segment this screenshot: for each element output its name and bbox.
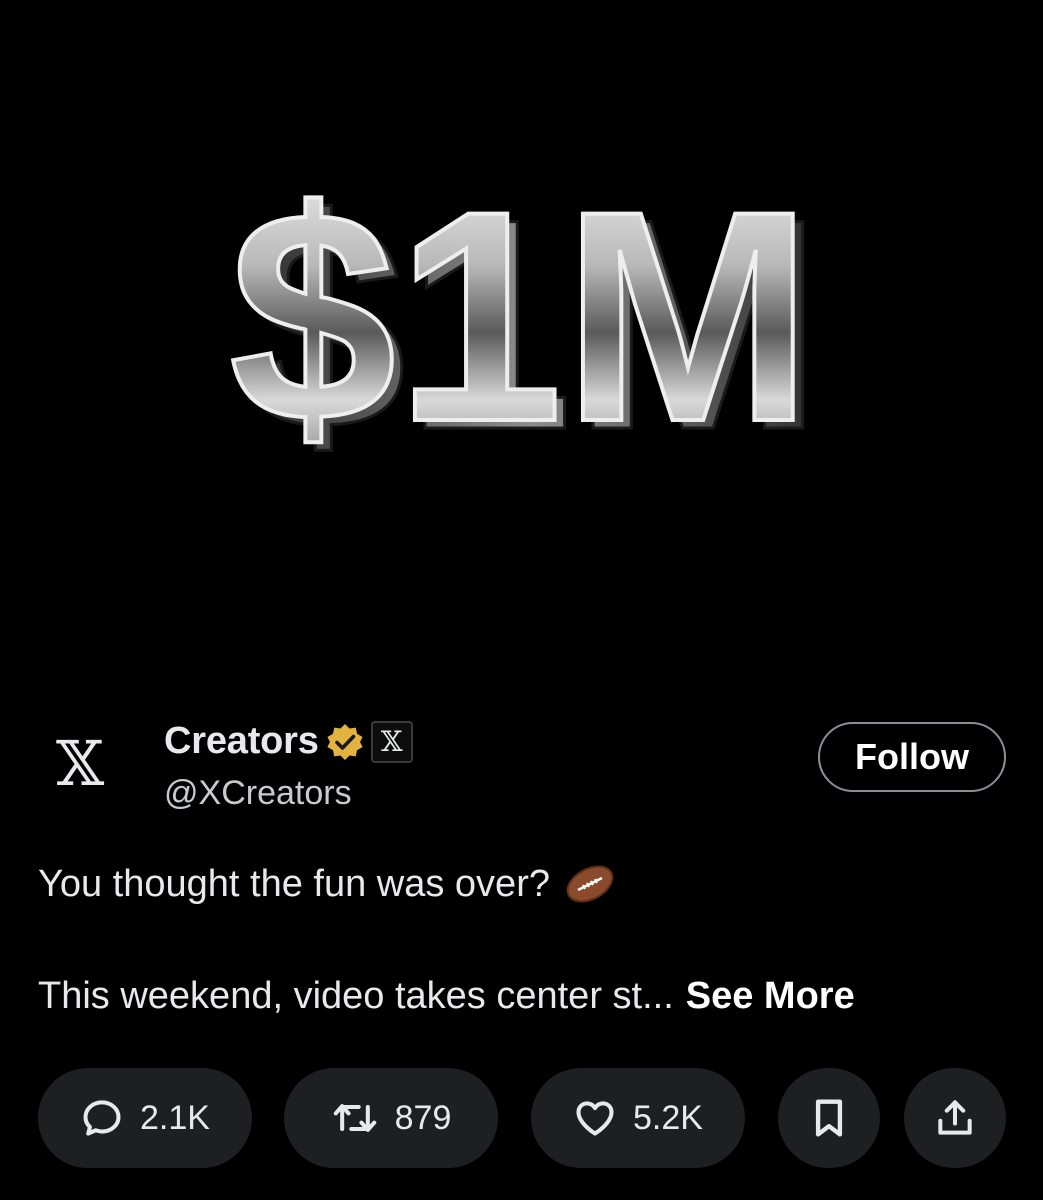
media-image: $1M $1M bbox=[227, 146, 824, 494]
name-line: Creators 𝕏 bbox=[164, 720, 413, 763]
share-button[interactable] bbox=[904, 1068, 1006, 1168]
like-button[interactable]: 5.2K bbox=[531, 1068, 745, 1168]
x-logo-icon[interactable]: 𝕏 bbox=[40, 724, 120, 804]
like-count: 5.2K bbox=[633, 1098, 703, 1137]
share-icon bbox=[933, 1096, 977, 1140]
repost-button[interactable]: 879 bbox=[284, 1068, 498, 1168]
headline-text: $1M bbox=[229, 148, 813, 484]
bookmark-button[interactable] bbox=[778, 1068, 880, 1168]
post-text-line-2-content: This weekend, video takes center st... bbox=[38, 974, 674, 1017]
post-text-line-1: You thought the fun was over? bbox=[38, 856, 1008, 912]
follow-button[interactable]: Follow bbox=[818, 722, 1006, 792]
author-name[interactable]: Creators bbox=[164, 720, 319, 763]
post-text-line-1-content: You thought the fun was over? bbox=[38, 862, 550, 905]
author-handle[interactable]: @XCreators bbox=[164, 774, 352, 813]
verified-badge-icon[interactable] bbox=[325, 722, 365, 762]
post-text-line-2: This weekend, video takes center st... S… bbox=[38, 968, 1008, 1024]
see-more-link[interactable]: See More bbox=[686, 975, 855, 1018]
headline-3d-text: $1M $1M bbox=[227, 146, 824, 494]
action-bar: 2.1K 879 5.2K bbox=[0, 1068, 1043, 1168]
bookmark-icon bbox=[809, 1096, 849, 1140]
repost-count: 879 bbox=[394, 1098, 452, 1137]
post-text: You thought the fun was over? This weeke… bbox=[38, 856, 1008, 1024]
reply-button[interactable]: 2.1K bbox=[38, 1068, 252, 1168]
post-detail-view: $1M $1M 𝕏 Creators 𝕏 @XCreators Follow Y… bbox=[0, 0, 1043, 1200]
affiliate-x-logo-icon[interactable]: 𝕏 bbox=[370, 720, 413, 763]
reply-count: 2.1K bbox=[140, 1098, 210, 1137]
repost-icon bbox=[331, 1096, 379, 1140]
reply-bubble-icon bbox=[80, 1096, 124, 1140]
american-football-icon bbox=[564, 864, 616, 904]
author-row: 𝕏 Creators 𝕏 @XCreators Follow bbox=[0, 700, 1043, 820]
post-media[interactable]: $1M $1M bbox=[0, 0, 1043, 680]
heart-icon bbox=[573, 1096, 617, 1140]
